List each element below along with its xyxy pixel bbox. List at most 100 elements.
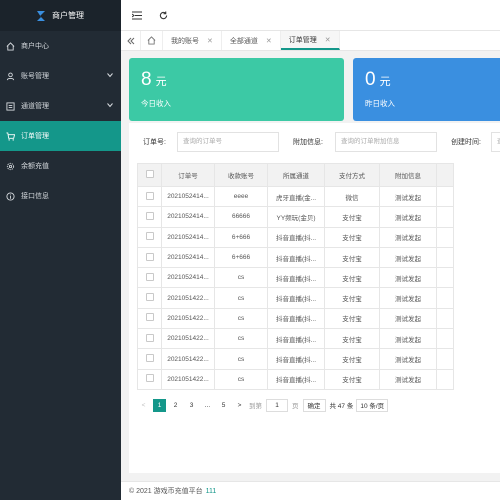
table-cell: 支付宝 bbox=[324, 287, 380, 309]
tabs-scroll-left-icon[interactable] bbox=[121, 31, 141, 50]
footer-version-link[interactable]: 111 bbox=[206, 488, 217, 495]
sidebar-item-label: 订单管理 bbox=[21, 133, 49, 140]
page-button[interactable]: 1 bbox=[153, 398, 166, 412]
sidebar-item-label: 接口信息 bbox=[21, 193, 49, 200]
row-checkbox[interactable] bbox=[145, 293, 154, 302]
row-select-cell[interactable] bbox=[137, 307, 162, 330]
goto-confirm-button[interactable]: 确定 bbox=[302, 398, 326, 412]
per-page-value: 10 条/页 bbox=[360, 403, 385, 410]
col-header[interactable]: 附加信息 bbox=[379, 163, 437, 187]
sidebar-item-account-management[interactable]: 账号管理 bbox=[0, 61, 121, 91]
page-ellipsis: ... bbox=[204, 401, 211, 409]
row-checkbox[interactable] bbox=[145, 313, 154, 322]
row-select-cell[interactable] bbox=[137, 368, 162, 390]
table-row[interactable]: 2021051422... cs 抖音直播(抖... 支付宝 测试发起 bbox=[137, 307, 454, 330]
select-all-checkbox[interactable] bbox=[145, 170, 154, 178]
table-cell-extra bbox=[436, 287, 454, 309]
col-header[interactable]: 支付方式 bbox=[324, 163, 380, 187]
col-header[interactable]: 所属通道 bbox=[267, 163, 325, 187]
goto-page-input[interactable]: 1 bbox=[266, 398, 288, 412]
tab-my-account[interactable]: 我的账号 ✕ bbox=[163, 31, 222, 50]
close-icon[interactable]: ✕ bbox=[207, 37, 213, 45]
table-cell: 抖音直播(抖... bbox=[267, 348, 325, 370]
row-select-cell[interactable] bbox=[137, 185, 162, 208]
table-row[interactable]: 2021051422... cs 抖音直播(抖... 支付宝 测试发起 bbox=[137, 348, 454, 370]
sidebar-item-merchant-center[interactable]: 商户中心 bbox=[0, 31, 121, 61]
table-cell: 2021051422... bbox=[161, 368, 215, 390]
row-checkbox[interactable] bbox=[145, 232, 154, 241]
home-icon[interactable] bbox=[141, 31, 163, 50]
row-checkbox[interactable] bbox=[145, 374, 154, 383]
per-page-select[interactable]: 10 条/页 bbox=[356, 398, 389, 412]
brand[interactable]: 商户管理 bbox=[0, 0, 121, 31]
orders-table: 订单号 收款账号 所属通道 支付方式 附加信息 2021052414... eee… bbox=[137, 163, 454, 390]
close-icon[interactable]: ✕ bbox=[266, 37, 272, 45]
amount: 0 bbox=[365, 69, 376, 90]
table-cell: 测试发起 bbox=[379, 226, 437, 248]
row-select-cell[interactable] bbox=[137, 267, 162, 289]
refresh-icon[interactable] bbox=[153, 5, 173, 25]
sidebar-item-channel-management[interactable]: 通道管理 bbox=[0, 91, 121, 121]
row-select-cell[interactable] bbox=[137, 206, 162, 228]
row-select-cell[interactable] bbox=[137, 348, 162, 370]
sidebar-item-api-info[interactable]: 接口信息 bbox=[0, 181, 121, 211]
table-cell: 支付宝 bbox=[324, 368, 380, 390]
main-content: 8元 今日收入 0元 昨日收入 订单号: 查询的订单号 附加信息: 查询的订单附… bbox=[121, 51, 500, 481]
menu-toggle-icon[interactable] bbox=[127, 5, 147, 25]
row-select-cell[interactable] bbox=[137, 287, 162, 309]
row-checkbox[interactable] bbox=[145, 252, 154, 261]
row-checkbox[interactable] bbox=[145, 333, 154, 342]
page-button[interactable]: 3 bbox=[185, 399, 198, 412]
table-cell: 测试发起 bbox=[379, 307, 437, 330]
table-row[interactable]: 2021052414... 6+666 抖音直播(抖... 支付宝 测试发起 bbox=[137, 246, 454, 269]
table-cell: 66666 bbox=[214, 206, 268, 228]
sidebar-item-order-management[interactable]: 订单管理 bbox=[0, 121, 121, 151]
table-cell: YY频玩(金贝) bbox=[267, 206, 325, 228]
table-row[interactable]: 2021051422... cs 抖音直播(抖... 支付宝 测试发起 bbox=[137, 287, 454, 309]
table-cell: 抖音直播(抖... bbox=[267, 267, 325, 289]
table-row[interactable]: 2021051422... cs 抖音直播(抖... 支付宝 测试发起 bbox=[137, 368, 454, 390]
row-checkbox[interactable] bbox=[145, 272, 154, 281]
order-no-input[interactable]: 查询的订单号 bbox=[177, 132, 279, 152]
select-all-cell[interactable] bbox=[137, 163, 162, 187]
col-header[interactable]: 收款账号 bbox=[214, 163, 268, 187]
table-cell: 测试发起 bbox=[379, 348, 437, 370]
row-select-cell[interactable] bbox=[137, 246, 162, 269]
tab-all-channels[interactable]: 全部通道 ✕ bbox=[222, 31, 281, 50]
row-checkbox[interactable] bbox=[145, 191, 154, 200]
tab-order-management[interactable]: 订单管理 ✕ bbox=[280, 31, 340, 50]
table-cell-extra bbox=[436, 348, 454, 370]
chevron-down-icon bbox=[107, 72, 113, 78]
extra-info-input[interactable]: 查询的订单附加信息 bbox=[335, 132, 437, 152]
prev-page-button[interactable]: < bbox=[137, 399, 150, 412]
table-row[interactable]: 2021052414... 66666 YY频玩(金贝) 支付宝 测试发起 bbox=[137, 206, 454, 228]
create-time-input[interactable]: 查 bbox=[491, 132, 500, 152]
logo-icon bbox=[34, 9, 48, 23]
row-select-cell[interactable] bbox=[137, 328, 162, 350]
footer-copyright: © 2021 游戏币充值平台 bbox=[129, 488, 203, 495]
table-cell: 测试发起 bbox=[379, 246, 437, 269]
total-count: 共 47 条 bbox=[329, 403, 354, 410]
next-page-button[interactable]: > bbox=[233, 399, 246, 412]
table-row[interactable]: 2021052414... 6+666 抖音直播(抖... 支付宝 测试发起 bbox=[137, 226, 454, 248]
tab-label: 全部通道 bbox=[229, 37, 258, 45]
table-row[interactable]: 2021052414... cs 抖音直播(抖... 支付宝 测试发起 bbox=[137, 267, 454, 289]
table-cell-extra bbox=[436, 206, 454, 228]
close-icon[interactable]: ✕ bbox=[325, 36, 331, 44]
table-cell: 支付宝 bbox=[324, 307, 380, 330]
page-button[interactable]: 5 bbox=[217, 399, 230, 412]
order-no-label: 订单号: bbox=[143, 139, 166, 146]
row-checkbox[interactable] bbox=[145, 211, 154, 220]
sidebar-item-label: 余额充值 bbox=[21, 163, 49, 170]
col-header[interactable]: 订单号 bbox=[161, 163, 215, 187]
row-select-cell[interactable] bbox=[137, 226, 162, 248]
row-checkbox[interactable] bbox=[145, 354, 154, 363]
table-row[interactable]: 2021052414... eeee 虎牙直播(金... 微信 测试发起 bbox=[137, 185, 454, 208]
table-cell: 6+666 bbox=[214, 226, 268, 248]
table-row[interactable]: 2021051422... cs 抖音直播(抖... 支付宝 测试发起 bbox=[137, 328, 454, 350]
page-button[interactable]: 2 bbox=[169, 399, 182, 412]
topbar bbox=[121, 0, 500, 31]
sidebar-item-balance-recharge[interactable]: 余额充值 bbox=[0, 151, 121, 181]
sidebar-item-label: 商户中心 bbox=[21, 43, 49, 50]
channel-icon bbox=[6, 101, 15, 111]
